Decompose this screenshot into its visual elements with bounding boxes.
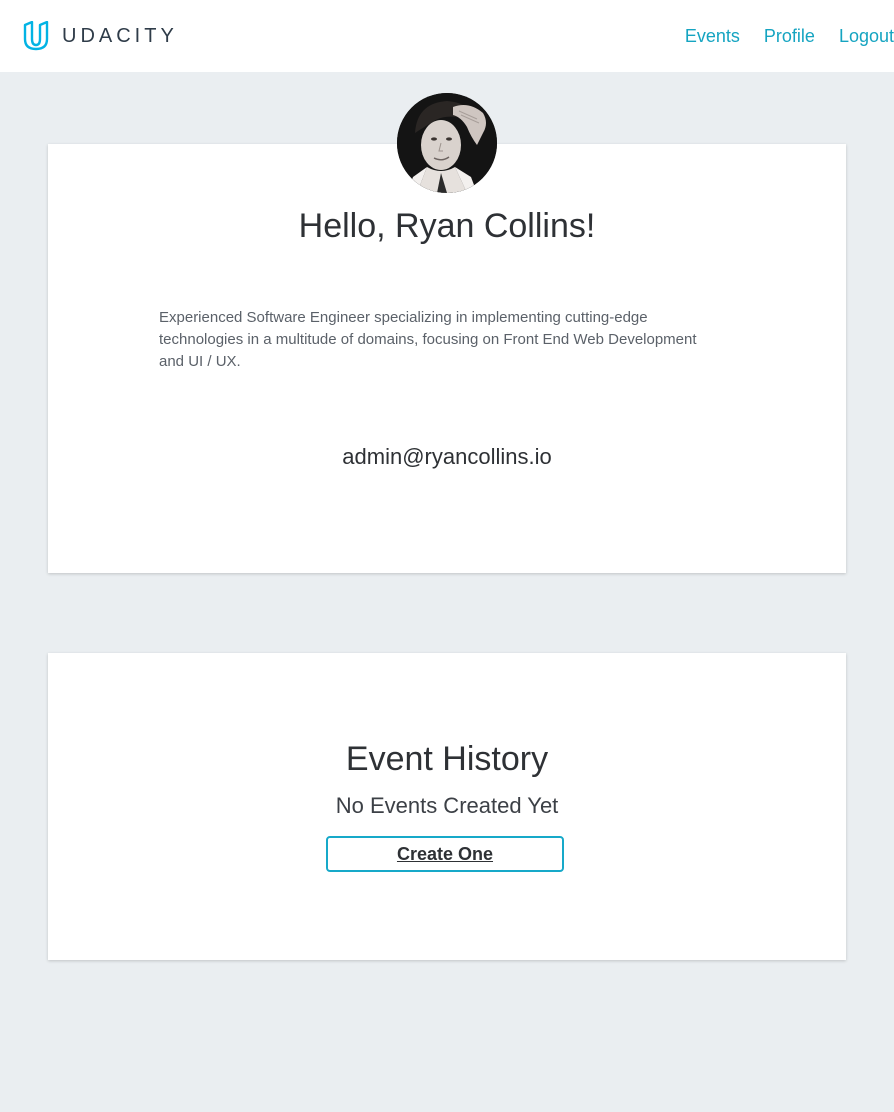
profile-greeting: Hello, Ryan Collins!	[298, 207, 596, 245]
nav-logout-link[interactable]: Logout	[839, 26, 894, 47]
udacity-logo-icon	[23, 21, 49, 51]
nav-events-link[interactable]: Events	[685, 26, 740, 47]
profile-email: admin@ryancollins.io	[342, 444, 552, 469]
avatar-photo	[397, 93, 497, 193]
top-navbar: UDACITY Events Profile Logout	[0, 0, 894, 72]
main-nav: Events Profile Logout	[661, 24, 894, 48]
udacity-logo[interactable]: UDACITY	[22, 21, 178, 51]
create-event-button[interactable]: Create One	[326, 836, 564, 872]
no-events-message: No Events Created Yet	[335, 793, 559, 818]
event-history-title: Event History	[345, 740, 549, 778]
avatar	[397, 93, 497, 193]
profile-bio: Experienced Software Engineer specializi…	[159, 309, 697, 370]
brand-name: UDACITY	[62, 24, 178, 47]
profile-card: Hello, Ryan Collins! Experienced Softwar…	[48, 144, 846, 573]
event-history-card: Event History No Events Created Yet Crea…	[48, 653, 846, 960]
nav-profile-link[interactable]: Profile	[764, 26, 815, 47]
